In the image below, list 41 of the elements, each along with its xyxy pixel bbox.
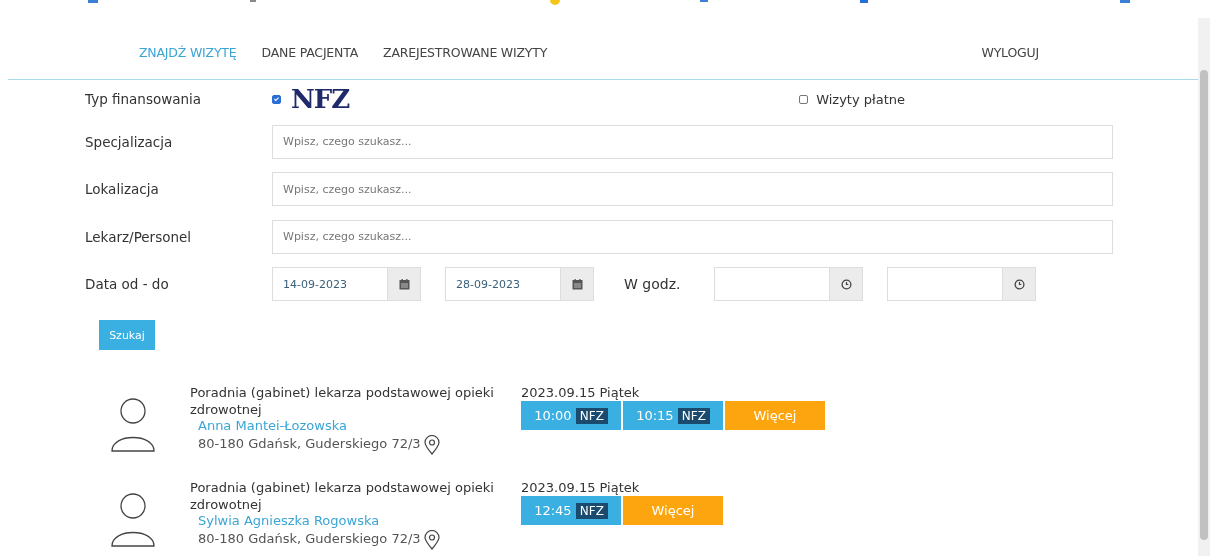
time-slot-button[interactable]: 10:00 NFZ [521, 401, 621, 430]
date-field[interactable]: 14-09-2023 [272, 267, 421, 302]
date-text: 2023.09.15 Piątek [521, 480, 641, 496]
logout-link[interactable]: WYLOGUJ [981, 45, 1039, 60]
nfz-tag: NFZ [575, 408, 608, 424]
time-field[interactable] [887, 267, 1037, 302]
paid-checkbox[interactable] [799, 94, 809, 104]
field-label: Typ finansowania [85, 91, 203, 107]
time-field[interactable] [714, 267, 864, 302]
nfz-tag: NFZ [575, 503, 608, 519]
checkbox-label: Wizyty płatne [816, 91, 905, 107]
clinic-name: Poradnia (gabinet) lekarza podstawowej opieki zdrowotnej [190, 480, 495, 513]
clock-icon [840, 278, 852, 290]
search-field[interactable]: Wpisz, czego szukasz... [272, 124, 1113, 159]
nav-tab[interactable]: ZAREJESTROWANE WIZYTY [383, 45, 548, 60]
location-pin-icon [423, 529, 440, 550]
search-field[interactable]: Wpisz, czego szukasz... [272, 172, 1113, 207]
field-label: Lekarz/Personel [85, 228, 193, 245]
nav-tab[interactable]: DANE PACJENTA [261, 45, 359, 60]
date-text: 2023.09.15 Piątek [521, 385, 641, 401]
person-icon [110, 397, 156, 453]
person-icon [110, 492, 156, 548]
nfz-logo: NFZ [291, 86, 350, 112]
address-text: 80-180 Gdańsk, Guderskiego 72/3 [198, 531, 421, 548]
nfz-checkbox[interactable] [272, 94, 281, 104]
field-label: W godz. [624, 276, 681, 293]
address-text: 80-180 Gdańsk, Guderskiego 72/3 [198, 436, 421, 453]
time-slot-button[interactable]: 10:15 NFZ [623, 401, 723, 430]
search-field[interactable]: Wpisz, czego szukasz... [272, 219, 1113, 254]
time-slot-button[interactable]: 12:45 NFZ [521, 496, 621, 525]
location-pin-icon [423, 434, 440, 455]
field-label: Lokalizacja [85, 181, 160, 198]
nfz-tag: NFZ [677, 408, 710, 424]
date-field[interactable]: 28-09-2023 [445, 267, 594, 302]
field-label: Specjalizacja [85, 133, 174, 150]
clock-icon [1013, 278, 1025, 290]
calendar-icon [571, 278, 583, 290]
field-label: Data od - do [85, 276, 170, 293]
calendar-icon [398, 278, 410, 290]
clinic-name: Poradnia (gabinet) lekarza podstawowej opieki zdrowotnej [190, 385, 495, 418]
scrollbar[interactable] [1198, 18, 1210, 556]
